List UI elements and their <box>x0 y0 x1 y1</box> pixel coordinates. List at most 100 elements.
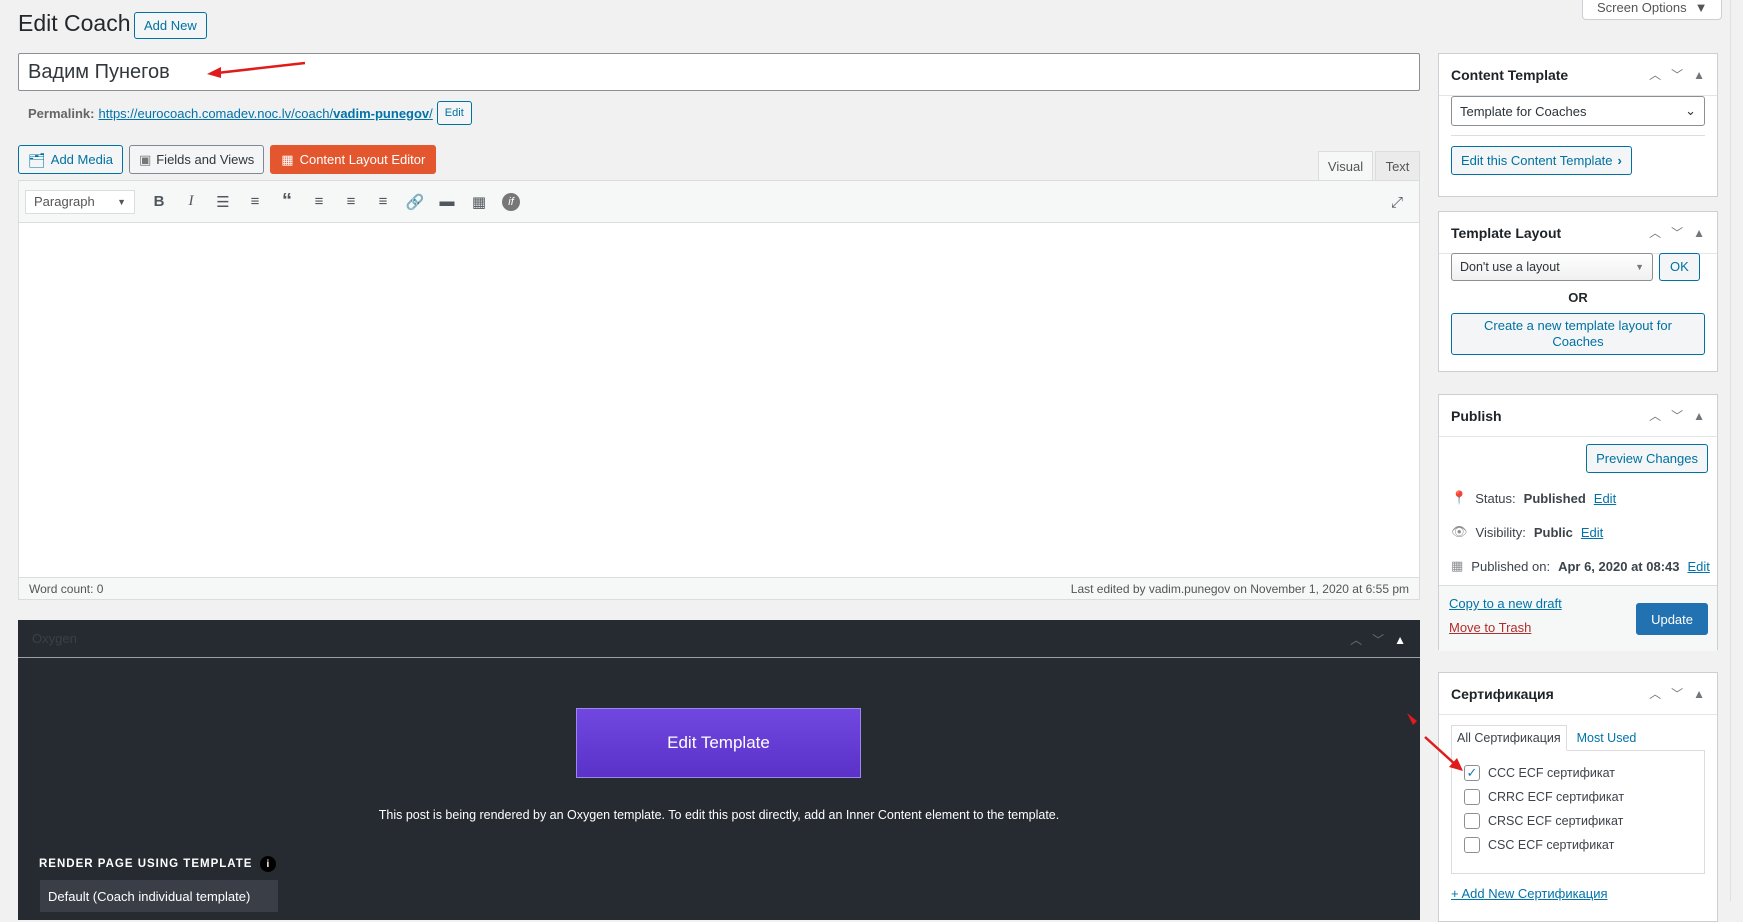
copy-draft-link[interactable]: Copy to a new draft <box>1449 596 1562 611</box>
numbered-list-icon[interactable]: ≡ <box>241 188 269 216</box>
publish-actions: Copy to a new draft Move to Trash Update <box>1439 585 1717 651</box>
certification-label: CRSC ECF сертификат <box>1488 814 1624 828</box>
permalink-link[interactable]: https://eurocoach.comadev.noc.lv/coach/v… <box>98 106 432 121</box>
toolset-fields-icon[interactable]: if <box>497 188 525 216</box>
tab-all-certification[interactable]: All Сертификация <box>1451 725 1567 751</box>
add-new-button[interactable]: Add New <box>134 12 207 39</box>
content-editor[interactable]: Paragraph ▼ B I ☰ ≡ “ ≡ ≡ ≡ 🔗 ▬ ▦ if ⤢ W… <box>18 180 1420 600</box>
align-right-icon[interactable]: ≡ <box>369 188 397 216</box>
certification-box: Сертификация ︿ ﹀ ▲ All Сертификация Most… <box>1438 672 1718 922</box>
visibility-row: 👁 Visibility: Public Edit <box>1451 524 1604 540</box>
content-template-title: Content Template <box>1451 66 1569 83</box>
caret-down-icon: ▼ <box>117 196 126 207</box>
collapse-icon[interactable]: ▲ <box>1693 687 1705 701</box>
tab-visual[interactable]: Visual <box>1318 151 1373 180</box>
collapse-icon[interactable]: ▲ <box>1693 226 1705 240</box>
layout-ok-button[interactable]: OK <box>1659 253 1700 281</box>
oxygen-box-title: Oxygen <box>32 631 77 646</box>
collapse-icon[interactable]: ▲ <box>1394 633 1406 647</box>
scrollbar[interactable] <box>1730 0 1743 901</box>
move-up-icon[interactable]: ︿ <box>1649 685 1661 702</box>
media-buttons: 🗂 Add Media ▣ Fields and Views ▦ Content… <box>18 145 437 174</box>
toolbar-toggle-icon[interactable]: ▦ <box>465 188 493 216</box>
preview-changes-button[interactable]: Preview Changes <box>1586 444 1708 473</box>
permalink-label: Permalink: <box>28 105 95 121</box>
oxygen-metabox: Oxygen ︿ ﹀ ▲ Edit Template This post is … <box>18 620 1420 920</box>
render-template-label: RENDER PAGE USING TEMPLATE i <box>39 856 277 872</box>
bold-icon[interactable]: B <box>145 188 173 216</box>
fullscreen-icon[interactable]: ⤢ <box>1383 188 1411 216</box>
tab-text[interactable]: Text <box>1375 151 1420 180</box>
annotation-arrow-icon <box>207 61 306 78</box>
add-new-certification-link[interactable]: + Add New Сертификация <box>1451 886 1705 901</box>
certification-checkbox[interactable] <box>1464 789 1480 805</box>
move-up-icon[interactable]: ︿ <box>1350 631 1362 648</box>
layout-select[interactable]: Don't use a layout ▼ <box>1451 253 1653 281</box>
read-more-icon[interactable]: ▬ <box>433 188 461 216</box>
move-up-icon[interactable]: ︿ <box>1649 66 1661 83</box>
certification-item[interactable]: CRRC ECF сертификат <box>1464 785 1692 809</box>
align-left-icon[interactable]: ≡ <box>305 188 333 216</box>
render-template-select[interactable]: Default (Coach individual template) <box>40 880 278 912</box>
chevron-right-icon: › <box>1617 152 1622 168</box>
create-layout-button[interactable]: Create a new template layout for Coaches <box>1451 313 1705 355</box>
edit-content-template-button[interactable]: Edit this Content Template › <box>1451 146 1632 175</box>
move-up-icon[interactable]: ︿ <box>1649 224 1661 241</box>
move-down-icon[interactable]: ﹀ <box>1671 407 1683 424</box>
move-down-icon[interactable]: ﹀ <box>1372 631 1384 648</box>
publish-box: Publish ︿ ﹀ ▲ Preview Changes 📍 Status: … <box>1438 394 1718 651</box>
content-template-box: Content Template ︿ ﹀ ▲ Template for Coac… <box>1438 53 1718 197</box>
word-count: Word count: 0 <box>29 581 104 596</box>
screen-options-button[interactable]: Screen Options ▼ <box>1582 0 1723 20</box>
editor-footer: Word count: 0 Last edited by vadim.puneg… <box>19 577 1419 599</box>
caret-down-icon: ▼ <box>1694 0 1708 15</box>
format-select[interactable]: Paragraph ▼ <box>25 189 135 214</box>
certification-item[interactable]: CRSC ECF сертификат <box>1464 809 1692 833</box>
template-layout-title: Template Layout <box>1451 224 1562 241</box>
certification-label: CSC ECF сертификат <box>1488 838 1615 852</box>
certification-checkbox[interactable] <box>1464 813 1480 829</box>
status-edit-link[interactable]: Edit <box>1594 491 1616 506</box>
certification-checkbox[interactable] <box>1464 837 1480 853</box>
move-down-icon[interactable]: ﹀ <box>1671 685 1683 702</box>
tab-most-used[interactable]: Most Used <box>1569 725 1645 751</box>
chevron-down-icon: ⌄ <box>1685 103 1696 118</box>
eye-icon: 👁 <box>1451 524 1468 539</box>
info-icon[interactable]: i <box>260 856 277 872</box>
move-trash-link[interactable]: Move to Trash <box>1449 620 1531 635</box>
certification-label: CRRC ECF сертификат <box>1488 790 1625 804</box>
collapse-icon[interactable]: ▲ <box>1693 409 1705 423</box>
italic-icon[interactable]: I <box>177 188 205 216</box>
bullet-list-icon[interactable]: ☰ <box>209 188 237 216</box>
template-layout-box: Template Layout ︿ ﹀ ▲ Don't use a layout… <box>1438 211 1718 372</box>
calendar-icon: ▦ <box>1451 558 1464 573</box>
add-media-button[interactable]: 🗂 Add Media <box>18 145 123 174</box>
media-icon: 🗂 <box>28 151 46 168</box>
content-layout-editor-button[interactable]: ▦ Content Layout Editor <box>270 145 437 174</box>
link-icon[interactable]: 🔗 <box>401 188 429 216</box>
content-template-select[interactable]: Template for Coaches ⌄ <box>1451 96 1705 126</box>
certification-checkbox[interactable]: ✓ <box>1464 765 1480 781</box>
pin-icon: 📍 <box>1451 490 1468 505</box>
publish-title: Publish <box>1451 407 1502 424</box>
collapse-icon[interactable]: ▲ <box>1693 68 1705 82</box>
oxygen-header: Oxygen ︿ ﹀ ▲ <box>18 620 1420 658</box>
move-down-icon[interactable]: ﹀ <box>1671 66 1683 83</box>
blockquote-icon[interactable]: “ <box>273 188 301 216</box>
permalink-edit-button[interactable]: Edit <box>436 101 472 125</box>
certification-item[interactable]: CSC ECF сертификат <box>1464 833 1692 857</box>
edit-template-button[interactable]: Edit Template <box>576 708 861 778</box>
align-center-icon[interactable]: ≡ <box>337 188 365 216</box>
screen-options-label: Screen Options <box>1597 0 1687 15</box>
move-up-icon[interactable]: ︿ <box>1649 407 1661 424</box>
page-title: Edit Coach <box>18 10 131 36</box>
date-edit-link[interactable]: Edit <box>1687 559 1709 574</box>
fields-views-button[interactable]: ▣ Fields and Views <box>128 145 265 174</box>
or-separator: OR <box>1568 290 1588 305</box>
move-down-icon[interactable]: ﹀ <box>1671 224 1683 241</box>
permalink-row: Permalink: https://eurocoach.comadev.noc… <box>28 101 472 125</box>
update-button[interactable]: Update <box>1636 603 1708 635</box>
certification-item[interactable]: ✓ CCC ECF сертификат <box>1464 761 1692 785</box>
published-on-row: ▦ Published on: Apr 6, 2020 at 08:43 Edi… <box>1451 558 1710 574</box>
visibility-edit-link[interactable]: Edit <box>1581 525 1603 540</box>
